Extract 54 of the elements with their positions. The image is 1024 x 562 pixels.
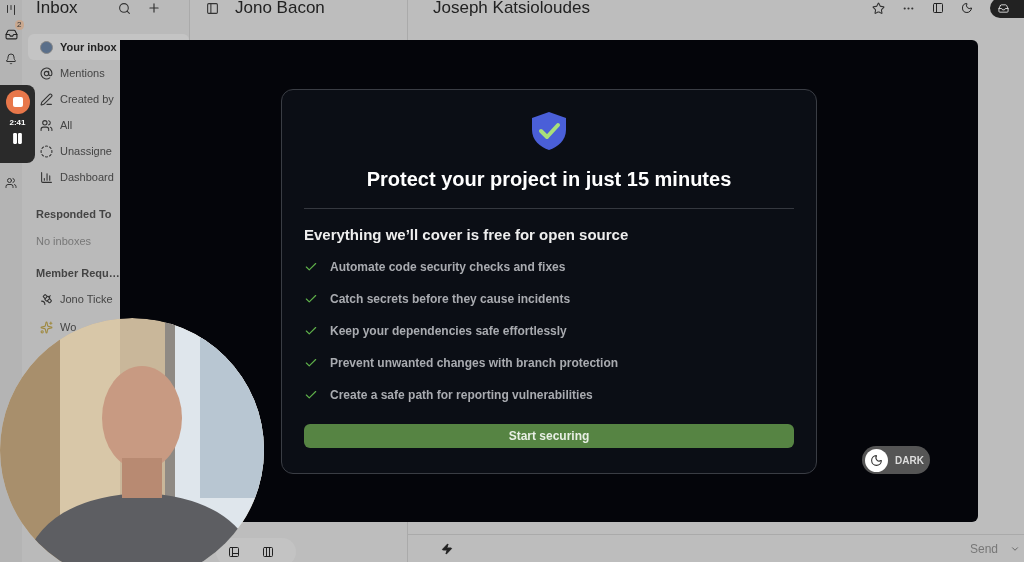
panel-icon[interactable]: [932, 2, 944, 14]
inbox-button[interactable]: [990, 0, 1024, 18]
sparkle-icon: [40, 321, 53, 334]
dashed-circle-icon: [40, 144, 53, 158]
feature-text: Catch secrets before they cause incidents: [330, 291, 571, 308]
feature-text: Automate code security checks and fixes: [330, 259, 566, 276]
check-icon: [304, 260, 318, 274]
users-icon: [40, 118, 53, 132]
layout-icon[interactable]: [228, 546, 240, 558]
sidebar-toggle-icon[interactable]: [206, 1, 219, 15]
board-icon[interactable]: [5, 4, 17, 16]
check-icon: [304, 356, 318, 370]
satellite-icon: [40, 293, 53, 306]
inbox-icon[interactable]: [4, 28, 18, 41]
bar-chart-icon: [40, 170, 53, 184]
modal-subtitle: Everything we’ll cover is free for open source: [304, 224, 629, 245]
contact-title: Joseph Katsioloudes: [433, 0, 591, 16]
sidebar-item[interactable]: All: [28, 112, 189, 138]
check-icon: [304, 388, 318, 402]
section-heading: Responded To: [36, 207, 113, 222]
sidebar-title: Inbox: [36, 0, 78, 16]
modal-title: Protect your project in just 15 minutes: [366, 166, 732, 192]
conversation-title: Jono Bacon: [235, 0, 325, 16]
search-icon[interactable]: [117, 1, 131, 15]
moon-icon: [865, 448, 888, 472]
bell-icon[interactable]: [5, 53, 17, 65]
add-icon[interactable]: [146, 1, 161, 15]
at-icon: [40, 66, 53, 80]
check-icon: [304, 292, 318, 306]
start-securing-button[interactable]: Start securing: [304, 424, 794, 448]
avatar-icon: [40, 40, 53, 54]
users-icon[interactable]: [5, 177, 17, 189]
star-icon[interactable]: [872, 1, 885, 15]
pause-icon[interactable]: [11, 132, 24, 145]
stop-button[interactable]: [5, 90, 30, 114]
sidebar-item[interactable]: Unassigne: [28, 138, 189, 164]
section-heading: Member Requ…: [36, 266, 121, 281]
sidebar-item[interactable]: Mentions: [28, 60, 189, 86]
bolt-icon[interactable]: [441, 542, 453, 555]
notification-badge: 2: [15, 20, 24, 30]
empty-message: No inboxes: [36, 233, 93, 249]
check-icon: [304, 324, 318, 338]
columns-icon[interactable]: [262, 546, 274, 558]
pen-icon: [40, 92, 53, 106]
sidebar-item[interactable]: Jono Ticke: [36, 289, 189, 310]
sidebar-item[interactable]: Created by: [28, 86, 189, 112]
theme-toggle[interactable]: DARK: [862, 446, 930, 474]
sidebar-item[interactable]: Dashboard: [28, 164, 189, 190]
feature-text: Prevent unwanted changes with branch protection: [330, 355, 619, 372]
feature-text: Create a safe path for reporting vulnerabilities: [330, 387, 593, 404]
recording-time: 2:41: [9, 117, 26, 129]
feature-text: Keep your dependencies safe effortlessly: [330, 323, 567, 340]
snooze-icon[interactable]: [961, 2, 973, 14]
inbox-icon: [998, 2, 1009, 14]
